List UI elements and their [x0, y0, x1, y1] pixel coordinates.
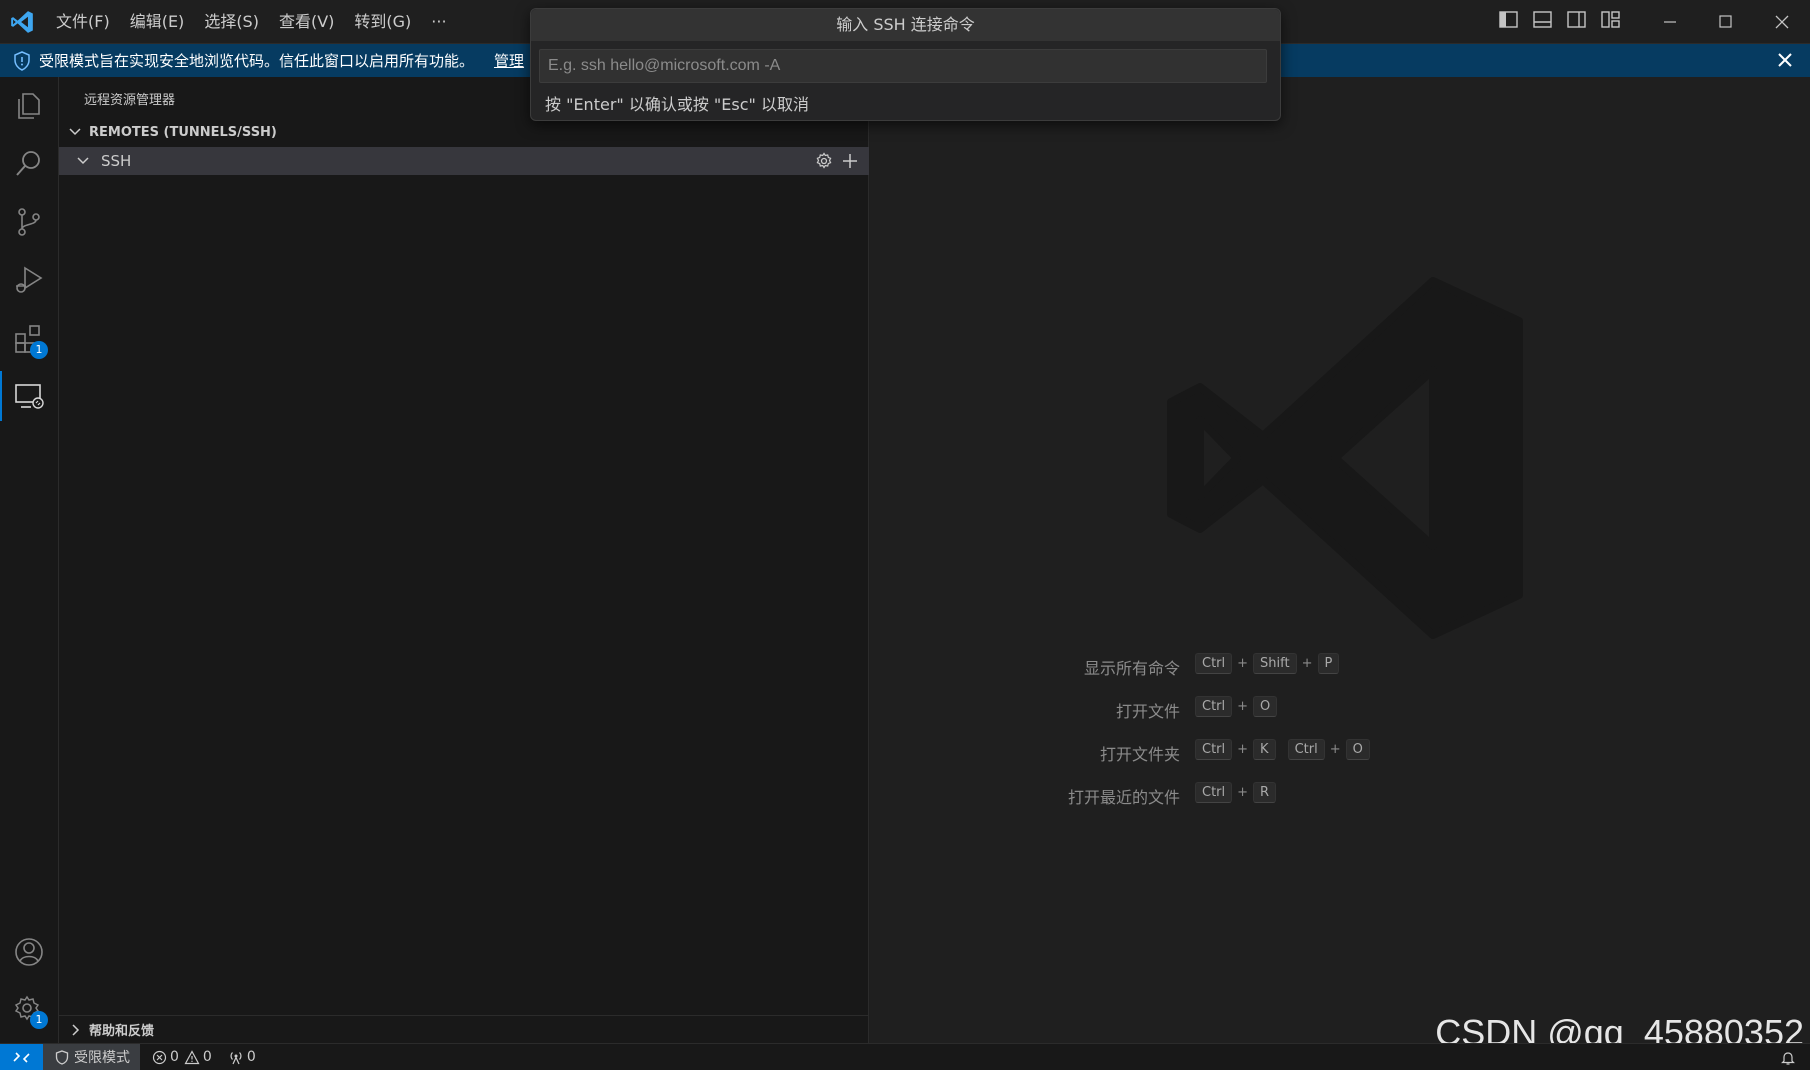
- key: O: [1253, 696, 1278, 717]
- restricted-mode-label: 受限模式: [74, 1050, 130, 1066]
- account-icon: [15, 938, 43, 966]
- ports-count: 0: [246, 1049, 256, 1065]
- banner-manage-link[interactable]: 管理: [494, 50, 524, 71]
- key: Ctrl: [1195, 653, 1233, 674]
- vscode-watermark-icon: [1167, 277, 1523, 639]
- toggle-secondary-sidebar-icon[interactable]: [1566, 10, 1590, 32]
- add-new-remote-icon[interactable]: [841, 152, 859, 170]
- remote-indicator[interactable]: [0, 1043, 43, 1070]
- shortcut-label: 打开最近的文件: [1067, 788, 1180, 807]
- remotes-section-header[interactable]: REMOTES (TUNNELS/SSH): [59, 121, 869, 143]
- minimize-icon[interactable]: [1642, 0, 1698, 44]
- shortcut-label: 打开文件: [1115, 702, 1180, 721]
- menu-more[interactable]: ···: [421, 0, 456, 44]
- chevron-right-icon: [72, 1023, 80, 1036]
- activity-manage[interactable]: 1: [0, 981, 59, 1039]
- toggle-panel-icon[interactable]: [1532, 10, 1556, 32]
- ssh-label: SSH: [101, 152, 132, 170]
- menu-bar: 文件(F) 编辑(E) 选择(S) 查看(V) 转到(G) ···: [46, 0, 457, 44]
- help-feedback-section-header[interactable]: 帮助和反馈: [59, 1015, 869, 1043]
- key: Ctrl: [1195, 782, 1233, 803]
- help-feedback-label: 帮助和反馈: [89, 1024, 155, 1039]
- shield-icon: [14, 50, 30, 71]
- layout-controls: [1498, 10, 1624, 32]
- sidebar-title: 远程资源管理器: [84, 93, 176, 108]
- warning-icon: [184, 1049, 200, 1064]
- menu-go[interactable]: 转到(G): [344, 0, 421, 44]
- customize-layout-icon[interactable]: [1600, 10, 1624, 32]
- banner-message: 受限模式旨在实现安全地浏览代码。信任此窗口以启用所有功能。: [39, 52, 475, 70]
- activity-remote-explorer[interactable]: [0, 367, 59, 425]
- key: O: [1345, 739, 1370, 760]
- configure-gear-icon[interactable]: [815, 152, 833, 170]
- search-icon: [16, 151, 40, 176]
- menu-selection[interactable]: 选择(S): [194, 0, 269, 44]
- status-bar: 受限模式 0 0 0: [0, 1043, 1810, 1070]
- key: K: [1253, 739, 1276, 760]
- shortcut-row: 显示所有命令 Ctrl + Shift + P: [870, 652, 1810, 678]
- activity-bar: 1 1: [0, 77, 59, 1043]
- menu-edit[interactable]: 编辑(E): [120, 0, 195, 44]
- key: Shift: [1253, 653, 1297, 674]
- ports-status[interactable]: 0: [228, 1049, 256, 1065]
- chevron-down-icon: [69, 128, 81, 136]
- quick-input-title: 输入 SSH 连接命令: [531, 9, 1280, 41]
- files-icon: [18, 93, 40, 119]
- activity-explorer[interactable]: [0, 77, 59, 135]
- activity-extensions[interactable]: 1: [0, 309, 59, 367]
- remote-explorer-sidebar: 远程资源管理器 REMOTES (TUNNELS/SSH) SSH 帮助和反馈: [59, 77, 869, 1043]
- shortcut-label: 打开文件夹: [1099, 745, 1180, 764]
- shortcut-keys: Ctrl + K Ctrl + O: [1195, 739, 1370, 760]
- close-window-icon[interactable]: [1754, 0, 1810, 44]
- window-controls: [1642, 0, 1810, 44]
- shortcut-keys: Ctrl + Shift + P: [1195, 653, 1340, 674]
- activity-run-debug[interactable]: [0, 251, 59, 309]
- shortcut-row: 打开最近的文件 Ctrl + R: [870, 781, 1810, 807]
- ssh-tree-item[interactable]: SSH: [59, 147, 869, 175]
- chevron-down-icon: [77, 157, 89, 165]
- key: Ctrl: [1195, 739, 1233, 760]
- shortcut-keys: Ctrl + O: [1195, 696, 1278, 717]
- restricted-mode-status[interactable]: 受限模式: [43, 1043, 140, 1070]
- remote-explorer-icon: [15, 384, 44, 409]
- shortcut-label: 显示所有命令: [1083, 659, 1180, 678]
- activity-source-control[interactable]: [0, 193, 59, 251]
- key: P: [1317, 653, 1340, 674]
- editor-area: 显示所有命令 Ctrl + Shift + P 打开文件 Ctrl + O 打开文件夹…: [870, 77, 1810, 1053]
- close-icon[interactable]: [1776, 51, 1794, 69]
- broadcast-icon: [230, 1051, 242, 1064]
- key: R: [1253, 782, 1277, 803]
- ssh-command-input[interactable]: [539, 49, 1267, 83]
- shield-icon: [55, 1049, 69, 1065]
- menu-file[interactable]: 文件(F): [46, 0, 120, 44]
- remote-icon: [13, 1051, 30, 1063]
- source-control-icon: [18, 208, 40, 236]
- run-debug-icon: [16, 266, 43, 293]
- vscode-logo-icon: [11, 11, 33, 33]
- key: Ctrl: [1195, 696, 1233, 717]
- maximize-icon[interactable]: [1698, 0, 1754, 44]
- error-count: 0: [170, 1049, 179, 1065]
- shortcut-row: 打开文件夹 Ctrl + K Ctrl + O: [870, 738, 1810, 764]
- key: Ctrl: [1287, 739, 1325, 760]
- remotes-section-label: REMOTES (TUNNELS/SSH): [89, 124, 277, 140]
- error-icon: [152, 1050, 167, 1064]
- activity-search[interactable]: [0, 135, 59, 193]
- notifications-bell-icon[interactable]: [1780, 1050, 1796, 1066]
- toggle-primary-sidebar-icon[interactable]: [1498, 10, 1522, 32]
- menu-view[interactable]: 查看(V): [269, 0, 344, 44]
- quick-input-hint: 按 "Enter" 以确认或按 "Esc" 以取消: [545, 95, 809, 114]
- shortcut-row: 打开文件 Ctrl + O: [870, 695, 1810, 721]
- activity-accounts[interactable]: [0, 923, 59, 981]
- shortcut-keys: Ctrl + R: [1195, 782, 1277, 803]
- extensions-badge: 1: [30, 341, 48, 359]
- settings-badge: 1: [30, 1011, 48, 1029]
- warning-count: 0: [202, 1049, 212, 1065]
- quick-input-widget: 输入 SSH 连接命令 按 "Enter" 以确认或按 "Esc" 以取消: [530, 8, 1281, 121]
- problems-status[interactable]: 0 0: [152, 1049, 212, 1065]
